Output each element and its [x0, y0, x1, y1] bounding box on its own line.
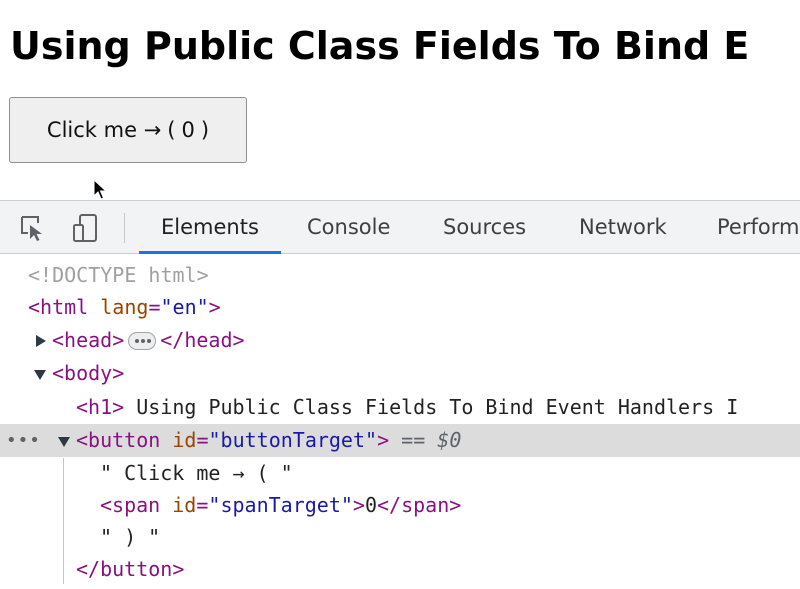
tree-row-html[interactable]: <html lang="en"> — [0, 291, 800, 324]
tree-row-doctype[interactable]: <!DOCTYPE html> — [0, 259, 800, 292]
html-node: <html lang="en"> — [28, 295, 221, 319]
tab-network[interactable]: Network — [579, 201, 667, 254]
head-node: <head> </head> — [52, 324, 245, 357]
span-close-tag: </span> — [377, 493, 462, 517]
h1-node: <h1> Using Public Class Fields To Bind E… — [76, 391, 738, 424]
tree-row-h1[interactable]: <h1> Using Public Class Fields To Bind E… — [0, 391, 800, 424]
span-open-tag: <span — [100, 493, 161, 517]
head-close-tag: </head> — [160, 328, 245, 352]
button-attr-name: id — [172, 428, 197, 452]
click-me-button[interactable]: Click me → ( 0 ) — [9, 97, 247, 163]
span-attr-value: "spanTarget" — [208, 493, 353, 517]
button-attr-value: "buttonTarget" — [208, 428, 378, 452]
button-open-bracket: > — [377, 428, 390, 452]
row-menu-icon[interactable]: ••• — [6, 424, 41, 457]
tab-console[interactable]: Console — [307, 201, 390, 254]
button-open-tag: <button — [76, 428, 161, 452]
tree-row-span[interactable]: <span id="spanTarget">0</span> — [0, 489, 800, 522]
tree-row-body[interactable]: <body> — [0, 357, 800, 390]
button-label: Click me → — [46, 118, 162, 142]
expand-arrow-icon[interactable] — [36, 335, 46, 347]
toolbar-divider — [124, 213, 125, 243]
h1-text: Using Public Class Fields To Bind Event … — [124, 395, 739, 419]
tab-sources[interactable]: Sources — [443, 201, 526, 254]
span-attr-name: id — [172, 493, 197, 517]
html-open-tag: <html — [28, 295, 89, 319]
collapse-arrow-icon[interactable] — [34, 370, 46, 380]
tree-row-button-close[interactable]: </button> — [0, 553, 800, 586]
button-open-paren: ( — [167, 118, 176, 142]
doctype-node: <!DOCTYPE html> — [28, 263, 209, 287]
tree-guide-line — [63, 458, 64, 584]
inspect-element-icon[interactable] — [18, 213, 48, 243]
device-toolbar-icon[interactable] — [72, 213, 102, 243]
selected-marker: == — [401, 428, 426, 452]
tab-elements[interactable]: Elements — [139, 201, 281, 254]
tree-row-text-2[interactable]: " ) " — [0, 521, 800, 554]
tree-row-button-selected[interactable]: ••• <button id="buttonTarget"> == $0 — [0, 424, 800, 457]
tab-performance[interactable]: Perform — [717, 201, 799, 254]
collapse-arrow-icon[interactable] — [58, 437, 70, 447]
mouse-cursor-icon — [93, 179, 107, 200]
button-close-paren: ) — [200, 118, 210, 142]
page-title: Using Public Class Fields To Bind E — [10, 24, 750, 68]
body-open-tag: <body> — [52, 361, 125, 385]
span-open-bracket: > — [352, 493, 365, 517]
text-node-2: " ) " — [100, 525, 161, 549]
selected-variable: $0 — [437, 428, 462, 452]
head-open-tag: <head> — [52, 328, 125, 352]
span-text: 0 — [364, 493, 377, 517]
html-open-bracket: > — [208, 295, 221, 319]
tree-row-head[interactable]: <head> </head> — [0, 324, 800, 357]
devtools-toolbar: Elements Console Sources Network Perform — [0, 200, 800, 254]
span-node: <span id="spanTarget">0</span> — [100, 493, 462, 517]
text-node-1: " Click me → ( " — [100, 461, 293, 485]
html-attr-name: lang — [100, 295, 149, 319]
tree-row-text-1[interactable]: " Click me → ( " — [0, 457, 800, 490]
button-close-tag: </button> — [76, 557, 185, 581]
html-attr-value: "en" — [160, 295, 209, 319]
button-node: <button id="buttonTarget"> == $0 — [76, 428, 462, 452]
button-count: 0 — [181, 118, 195, 142]
collapsed-ellipsis-icon[interactable] — [128, 332, 157, 350]
h1-open-tag: <h1> — [76, 395, 125, 419]
